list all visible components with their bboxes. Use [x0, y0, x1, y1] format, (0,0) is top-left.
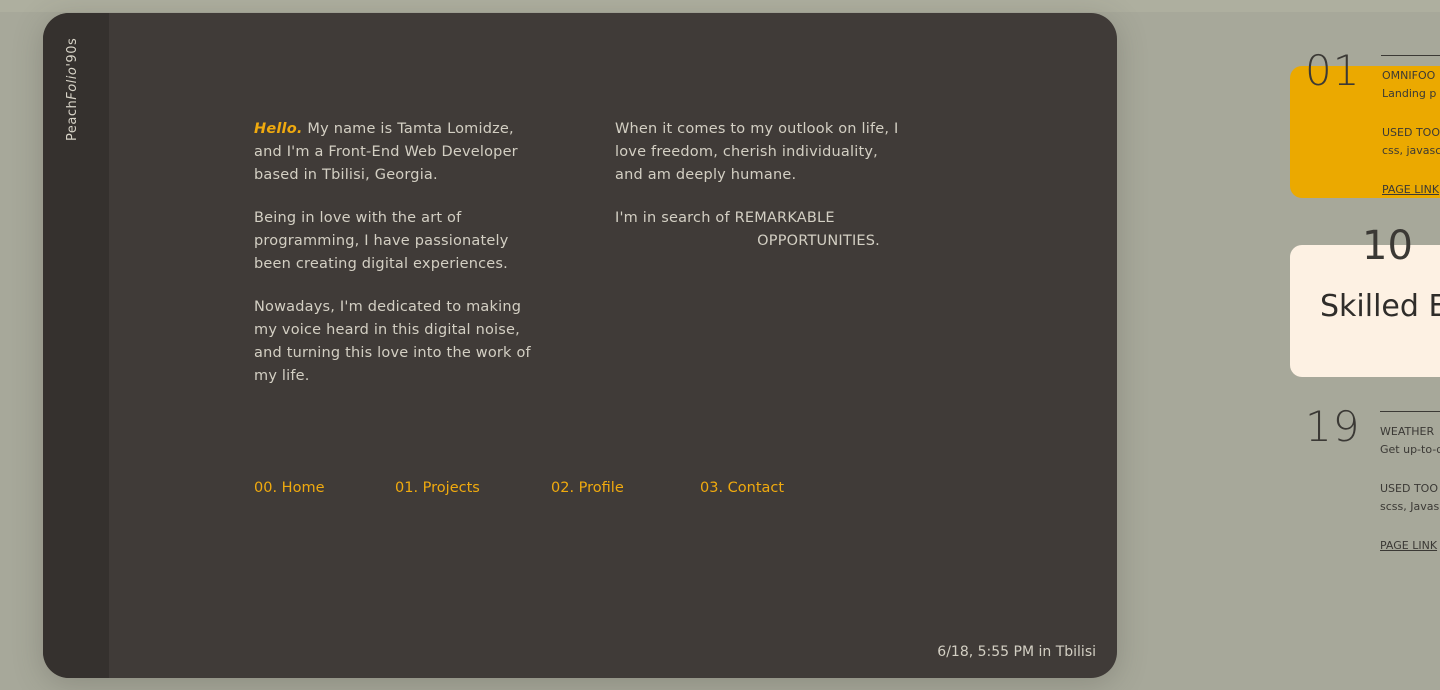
nav-profile[interactable]: 02. Profile — [551, 480, 624, 496]
intro-paragraph-1: Hello. My name is Tamta Lomidze, and I'm… — [254, 118, 544, 187]
project-description: Landing p — [1382, 87, 1437, 100]
project-divider — [1381, 55, 1440, 56]
opportunity-line-2: OPPORTUNITIES. — [757, 233, 880, 249]
nav-projects[interactable]: 01. Projects — [395, 480, 480, 496]
local-time: 6/18, 5:55 PM in Tbilisi — [937, 644, 1096, 660]
project-name: OMNIFOO — [1382, 69, 1436, 82]
project-divider — [1380, 411, 1440, 412]
intro-column-left: Hello. My name is Tamta Lomidze, and I'm… — [254, 118, 544, 408]
brand-italic: Folio — [65, 66, 80, 100]
project-number: 19 — [1305, 402, 1361, 451]
intro-column-right: When it comes to my outlook on life, I l… — [615, 118, 905, 273]
nav-home[interactable]: 00. Home — [254, 480, 325, 496]
project-page-link[interactable]: PAGE LINK — [1380, 537, 1437, 555]
brand-pre: Peach — [65, 99, 80, 141]
main-panel: PeachFolio'90s Hello. My name is Tamta L… — [43, 13, 1117, 678]
brand-post: '90s — [65, 37, 80, 67]
intro-paragraph-3: Nowadays, I'm dedicated to making my voi… — [254, 299, 531, 384]
opportunity-line-1: I'm in search of REMARKABLE — [615, 210, 835, 226]
intro-paragraph-5: I'm in search of REMARKABLE OPPORTUNITIES… — [615, 207, 905, 253]
project-description: Get up-to-d — [1380, 443, 1440, 456]
project-tools: scss, Javas — [1380, 500, 1440, 513]
side-rail: PeachFolio'90s — [43, 13, 109, 678]
project-page-link[interactable]: PAGE LINK — [1382, 181, 1439, 199]
nav-contact[interactable]: 03. Contact — [700, 480, 784, 496]
skill-number: 10 — [1362, 223, 1413, 269]
skill-card: 10 Skilled E — [1290, 223, 1440, 377]
skill-title: Skilled E — [1320, 289, 1440, 324]
project-tools-label: USED TOO — [1382, 126, 1440, 139]
project-tools-label: USED TOO — [1380, 482, 1438, 495]
brand-logo[interactable]: PeachFolio'90s — [65, 38, 80, 141]
intro-paragraph-2: Being in love with the art of programmin… — [254, 210, 509, 272]
top-strip — [0, 0, 1440, 12]
project-number: 01 — [1305, 46, 1361, 95]
intro-paragraph-4: When it comes to my outlook on life, I l… — [615, 121, 899, 183]
project-name: WEATHER — [1380, 425, 1435, 438]
project-tools: css, javasc — [1382, 144, 1440, 157]
hello-text: Hello. — [254, 121, 303, 137]
